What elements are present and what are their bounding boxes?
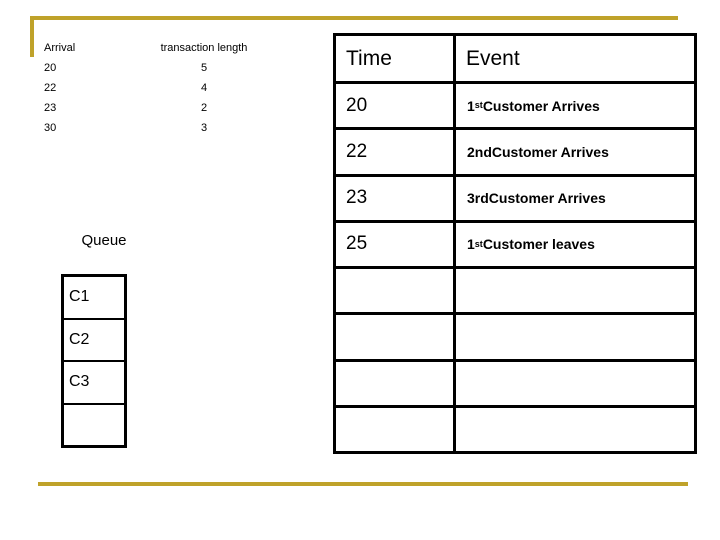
arrival-table-row: 22 4 — [44, 78, 304, 98]
time-cell: 22 — [336, 130, 456, 174]
gold-top-rule — [30, 16, 678, 20]
time-cell — [336, 407, 456, 451]
event-cell — [456, 269, 694, 312]
event-ordinal: 1 — [467, 97, 475, 114]
event-ordinal: 1 — [467, 236, 475, 253]
time-cell: 25 — [336, 222, 456, 266]
queue-cell: C2 — [64, 320, 124, 362]
queue-cell: C1 — [64, 277, 124, 320]
transaction-length-value: 3 — [200, 122, 208, 134]
transaction-length-value: 4 — [200, 82, 208, 94]
transaction-length-column-header: transaction length — [160, 42, 248, 54]
event-table-row-empty — [336, 361, 694, 408]
event-table-header-row: Time Event — [336, 36, 694, 84]
time-column-header: Time — [336, 36, 456, 81]
event-table-row-empty — [336, 315, 694, 362]
event-cell: 2nd Customer Arrives — [456, 130, 694, 173]
arrival-value: 20 — [44, 62, 57, 74]
queue-cell-empty — [64, 405, 124, 446]
arrival-column-header: Arrival — [44, 42, 76, 54]
event-ordinal: 2nd — [467, 143, 492, 160]
queue-cell: C3 — [64, 362, 124, 405]
time-cell — [336, 315, 456, 359]
event-cell: 1st Customer leaves — [456, 223, 694, 266]
queue-label: Queue — [81, 232, 127, 249]
arrival-value: 30 — [44, 122, 57, 134]
event-ordinal-suffix: st — [474, 100, 483, 111]
event-column-header: Event — [466, 46, 520, 70]
transaction-length-value: 2 — [200, 102, 208, 114]
event-cell: 1st Customer Arrives — [456, 84, 694, 127]
event-table-row: 22 2nd Customer Arrives — [336, 130, 694, 177]
time-cell: 23 — [336, 176, 456, 220]
event-ordinal: 3rd — [467, 190, 489, 207]
arrival-table-row: 30 3 — [44, 118, 304, 138]
slide-canvas: Arrival transaction length 20 5 22 4 23 … — [0, 0, 720, 540]
gold-bottom-rule — [38, 482, 688, 486]
event-table-row-empty — [336, 269, 694, 316]
arrival-table: Arrival transaction length 20 5 22 4 23 … — [44, 38, 304, 138]
event-table: Time Event 20 1st Customer Arrives 22 2n… — [333, 33, 697, 454]
queue-box: C1 C2 C3 — [61, 274, 127, 448]
time-cell — [336, 269, 456, 313]
event-cell — [456, 362, 694, 405]
arrival-value: 22 — [44, 82, 57, 94]
event-text: Customer Arrives — [488, 190, 606, 207]
gold-left-rule — [30, 16, 34, 57]
event-table-row-empty — [336, 407, 694, 451]
event-ordinal-suffix: st — [474, 238, 483, 249]
event-text: Customer leaves — [482, 236, 595, 253]
event-cell — [456, 408, 694, 451]
arrival-table-row: 23 2 — [44, 98, 304, 118]
event-table-row: 25 1st Customer leaves — [336, 222, 694, 269]
event-cell: 3rd Customer Arrives — [456, 177, 694, 220]
arrival-value: 23 — [44, 102, 57, 114]
event-table-row: 23 3rd Customer Arrives — [336, 176, 694, 223]
time-cell — [336, 361, 456, 405]
event-text: Customer Arrives — [491, 143, 609, 160]
time-cell: 20 — [336, 84, 456, 128]
transaction-length-value: 5 — [200, 62, 208, 74]
arrival-table-row: 20 5 — [44, 58, 304, 78]
event-table-row: 20 1st Customer Arrives — [336, 84, 694, 131]
event-text: Customer Arrives — [482, 97, 600, 114]
arrival-table-header-row: Arrival transaction length — [44, 38, 304, 58]
event-cell — [456, 315, 694, 358]
